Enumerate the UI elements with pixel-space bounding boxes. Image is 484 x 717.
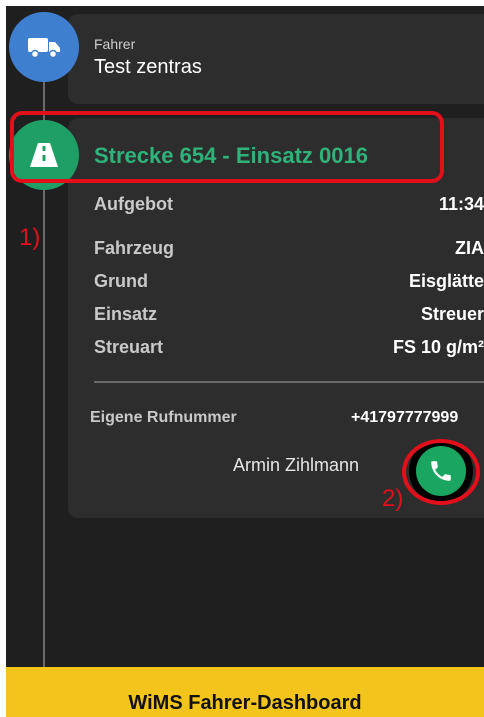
own-phone-label: Eigene Rufnummer bbox=[90, 409, 237, 426]
footer-title: WiMS Fahrer-Dashboard bbox=[128, 692, 362, 714]
streuart-value: FS 10 g/m² bbox=[392, 337, 484, 357]
aufgebot-label: Aufgebot bbox=[94, 194, 173, 214]
grund-label: Grund bbox=[94, 271, 148, 291]
fahrzeug-label: Fahrzeug bbox=[94, 238, 175, 258]
annotation-label-2: 2) bbox=[382, 485, 404, 512]
driver-label: Fahrer bbox=[94, 36, 136, 52]
driver-circle bbox=[9, 12, 79, 82]
footer-bar: WiMS Fahrer-Dashboard bbox=[6, 667, 484, 717]
grund-value: Eisglätte bbox=[408, 271, 484, 291]
annotation-circle-2 bbox=[402, 439, 480, 505]
app-screen: Fahrer Test zentras Strecke 654 - Einsat… bbox=[6, 6, 484, 717]
annotation-box-1 bbox=[10, 111, 444, 183]
fahrzeug-value: ZIA bbox=[455, 238, 484, 258]
driver-name: Test zentras bbox=[94, 56, 202, 78]
contact-name: Armin Zihlmann bbox=[233, 455, 360, 475]
einsatz-label: Einsatz bbox=[94, 304, 158, 324]
aufgebot-value: 11:34 bbox=[438, 194, 484, 214]
own-phone-number: +41797777999 bbox=[351, 409, 459, 426]
einsatz-value: Streuer bbox=[420, 304, 484, 324]
streuart-label: Streuart bbox=[94, 337, 164, 357]
annotation-label-1: 1) bbox=[19, 224, 41, 251]
divider bbox=[94, 381, 484, 383]
truck-icon bbox=[28, 38, 60, 59]
